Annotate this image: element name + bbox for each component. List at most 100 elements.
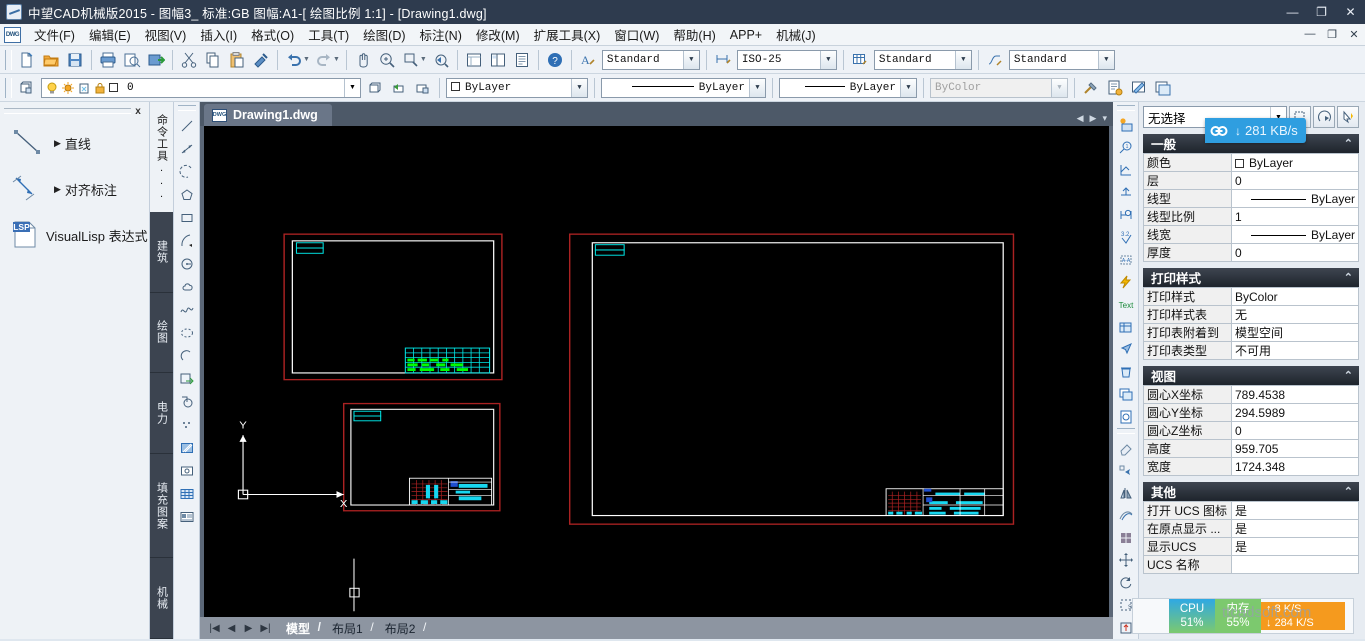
dim-style-combo[interactable]: ISO-25 ▼ [737,50,837,70]
property-value[interactable]: ByColor [1232,288,1359,306]
property-group-header-plotstyle[interactable]: 打印样式 ⌃ [1143,268,1359,287]
property-group-header-misc[interactable]: 其他 ⌃ [1143,482,1359,501]
palette-tab-drawing[interactable]: 绘图 [150,293,173,374]
menu-item-tools[interactable]: 工具(T) [301,23,356,46]
table-row[interactable]: 打开 UCS 图标是 [1144,502,1359,520]
layer-restore-icon[interactable] [387,76,411,100]
tool-palette-icon[interactable] [510,48,534,72]
menu-item-insert[interactable]: 插入(I) [193,23,244,46]
table-row[interactable]: 圆心Z坐标0 [1144,422,1359,440]
arc-icon[interactable] [176,229,198,252]
gradient-icon[interactable] [176,459,198,482]
sun-properties-icon[interactable] [1115,114,1137,136]
help-icon[interactable]: ? [543,48,567,72]
array-icon[interactable] [1115,527,1137,549]
menu-item-app-plus[interactable]: APP+ [723,26,769,44]
info-icon[interactable] [1115,406,1137,428]
chevron-down-icon[interactable]: ▼ [1051,79,1067,97]
lineweight-combo[interactable]: ByLayer ▼ [779,78,917,98]
palette-grip[interactable] [4,108,131,114]
menu-item-edit[interactable]: 编辑(E) [82,23,138,46]
delete-layer-icon[interactable] [1115,361,1137,383]
property-value[interactable]: 959.705 [1232,440,1359,458]
toolbar-grip[interactable] [5,78,12,98]
palette-tab-command-tools[interactable]: 命令工具... [150,102,173,212]
layout-tab-model[interactable]: 模型/ [274,618,320,639]
select-objects-icon[interactable] [1313,106,1335,128]
coordinate-icon[interactable] [1115,159,1137,181]
edit-reference-icon[interactable] [1151,76,1175,100]
table-row[interactable]: 厚度0 [1144,244,1359,262]
menu-item-modify[interactable]: 修改(M) [469,23,527,46]
design-center-icon[interactable] [486,48,510,72]
ellipse-icon[interactable] [176,321,198,344]
table-row[interactable]: 线型ByLayer [1144,190,1359,208]
tab-prev-icon[interactable]: ◀ [1077,113,1084,124]
first-tab-button[interactable]: |◀ [206,623,223,634]
chevron-down-icon[interactable]: ▼ [820,51,836,69]
toolbar-grip[interactable] [1117,428,1135,434]
line-icon[interactable] [176,114,198,137]
doc-restore-button[interactable]: ❐ [1321,28,1343,41]
table-row[interactable]: 打印样式表无 [1144,306,1359,324]
circle-icon[interactable] [176,252,198,275]
rectangle-icon[interactable] [176,206,198,229]
chevron-up-icon[interactable]: ⌃ [1344,137,1353,150]
property-value[interactable]: 1 [1232,208,1359,226]
toolbar-grip[interactable] [5,50,12,70]
layout-tab-layout2[interactable]: 布局2/ [373,618,426,639]
ellipse-arc-icon[interactable] [176,344,198,367]
menu-item-dimension[interactable]: 标注(N) [413,23,469,46]
table-icon[interactable] [176,482,198,505]
download-speed-badge[interactable]: ↓ 281 KB/s [1205,118,1306,143]
property-value[interactable]: ByLayer [1232,226,1359,244]
menu-item-format[interactable]: 格式(O) [244,23,301,46]
plot-icon[interactable] [96,48,120,72]
export-icon[interactable] [144,48,168,72]
markup-icon[interactable] [1127,76,1151,100]
polyline-icon[interactable] [176,160,198,183]
text-tool-icon[interactable]: Text [1115,293,1137,315]
plot-preview-icon[interactable] [120,48,144,72]
table-row[interactable]: 打印表附着到模型空间 [1144,324,1359,342]
save-icon[interactable] [63,48,87,72]
close-button[interactable]: ✕ [1336,0,1365,24]
table-row[interactable]: 颜色ByLayer [1144,154,1359,172]
table-row[interactable]: UCS 名称 [1144,556,1359,574]
next-tab-button[interactable]: ▶ [240,623,257,634]
palette-tab-electrical[interactable]: 电力 [150,373,173,454]
property-value[interactable]: 789.4538 [1232,386,1359,404]
table-row[interactable]: 线型比例1 [1144,208,1359,226]
chevron-up-icon[interactable]: ⌃ [1344,485,1353,498]
match-properties-icon[interactable] [249,48,273,72]
new-icon[interactable] [15,48,39,72]
chevron-down-icon[interactable]: ▼ [900,79,916,97]
property-value[interactable]: 是 [1232,520,1359,538]
doc-minimize-button[interactable]: — [1299,28,1321,41]
layer-combo[interactable]: 0 ▼ [41,78,361,98]
property-value[interactable]: 模型空间 [1232,324,1359,342]
datum-icon[interactable] [1115,181,1137,203]
menu-item-file[interactable]: 文件(F) [27,23,82,46]
table-style-icon[interactable] [848,48,872,72]
copy-icon[interactable] [201,48,225,72]
table-row[interactable]: 在原点显示 ...是 [1144,520,1359,538]
zoom-dropdown-icon[interactable]: ▼ [420,56,427,63]
drawing-canvas-container[interactable]: Y X [200,126,1113,617]
rotate-icon[interactable] [1115,572,1137,594]
table-row[interactable]: 圆心Y坐标294.5989 [1144,404,1359,422]
layer-state-icon[interactable] [411,76,435,100]
pan-icon[interactable] [351,48,375,72]
chevron-down-icon[interactable]: ▼ [955,51,971,69]
auto-balloon-icon[interactable]: A-A [1115,249,1137,271]
palette-tab-architecture[interactable]: 建筑 [150,212,173,293]
linetype-combo[interactable]: ByLayer ▼ [601,78,766,98]
paste-icon[interactable] [225,48,249,72]
pickadd-icon[interactable] [1337,106,1359,128]
open-icon[interactable] [39,48,63,72]
close-icon[interactable]: x [131,106,145,117]
spline-icon[interactable] [176,298,198,321]
property-value[interactable] [1232,556,1359,574]
chevron-up-icon[interactable]: ⌃ [1344,369,1353,382]
table-row[interactable]: 宽度1724.348 [1144,458,1359,476]
